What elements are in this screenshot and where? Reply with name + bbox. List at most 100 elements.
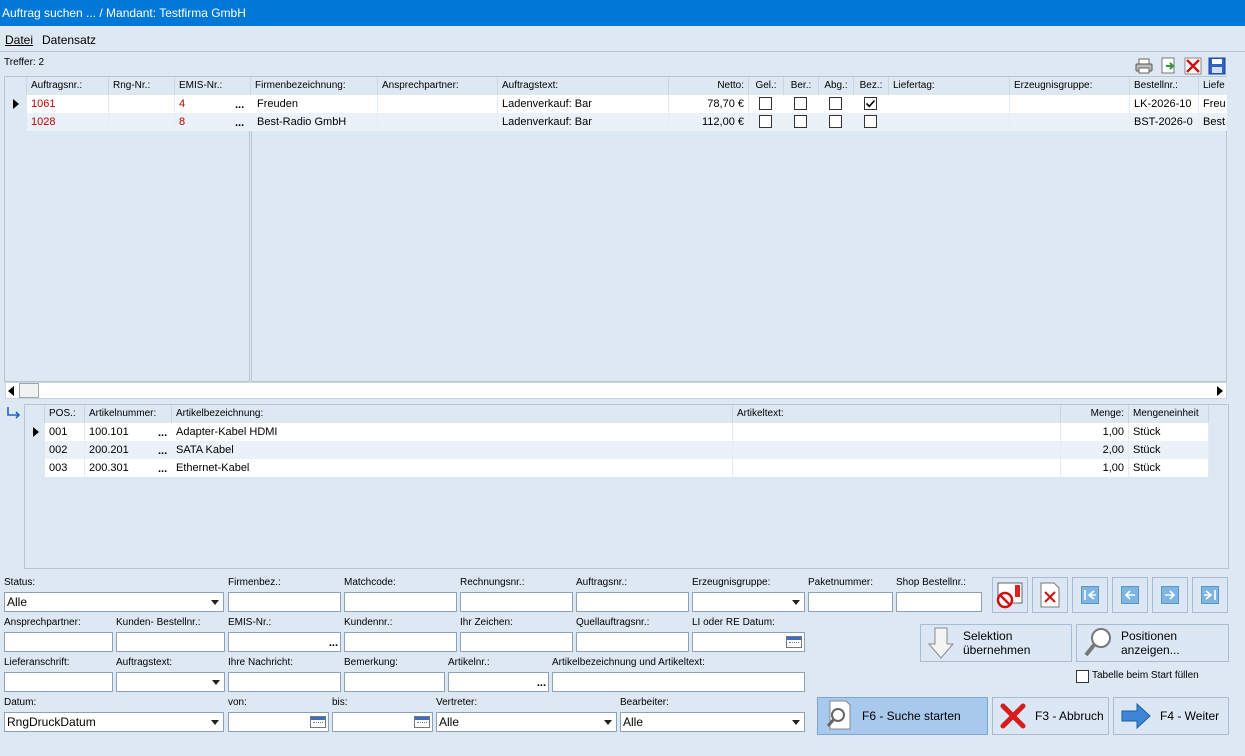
cell-einheit[interactable]: Stück xyxy=(1129,459,1209,477)
calendar-icon[interactable] xyxy=(414,716,430,728)
last-record-button[interactable] xyxy=(1192,577,1228,613)
col-firma[interactable]: Firmenbezeichnung: xyxy=(251,77,378,95)
bis-date-input[interactable] xyxy=(332,712,433,732)
cell-firma[interactable]: Freuden xyxy=(253,95,378,113)
cell-pos[interactable]: 003 xyxy=(45,459,85,477)
col-liefe[interactable]: Liefe xyxy=(1199,77,1227,95)
cell-auftragsnr[interactable]: 1028 xyxy=(27,113,109,131)
cell-liefe[interactable]: Best xyxy=(1199,113,1227,131)
matchcode-input[interactable] xyxy=(344,592,457,612)
cell-bestellnr[interactable]: LK-2026-10 xyxy=(1130,95,1199,113)
col-gel[interactable]: Gel.: xyxy=(749,77,784,95)
cell-ansprechpartner[interactable] xyxy=(378,113,498,131)
emisnr-lookup-button[interactable]: ... xyxy=(329,634,338,651)
col-abg[interactable]: Abg.: xyxy=(819,77,854,95)
cell-liefertag[interactable] xyxy=(889,95,1010,113)
paketnummer-input[interactable] xyxy=(808,592,893,612)
col-emisnr[interactable]: EMIS-Nr.: xyxy=(175,77,251,95)
checkbox-bez[interactable] xyxy=(864,115,877,128)
lieferanschrift-input[interactable] xyxy=(4,672,113,692)
scroll-left-icon[interactable] xyxy=(8,386,14,396)
tabelle-start-checkbox[interactable] xyxy=(1076,670,1089,683)
col-einheit[interactable]: Mengeneinheit xyxy=(1129,405,1209,423)
chevron-down-icon[interactable] xyxy=(788,593,804,611)
col-netto[interactable]: Netto: xyxy=(669,77,749,95)
emis-lookup-button[interactable]: ... xyxy=(235,116,244,130)
cell-rngnr[interactable] xyxy=(109,113,175,131)
first-record-button[interactable] xyxy=(1072,577,1108,613)
scroll-thumb[interactable] xyxy=(19,383,39,398)
cell-pos[interactable]: 001 xyxy=(45,423,85,441)
firmenbez-input[interactable] xyxy=(228,592,341,612)
col-pos[interactable]: POS.: xyxy=(45,405,85,423)
checkbox-bez[interactable] xyxy=(864,97,877,110)
chevron-down-icon[interactable] xyxy=(207,593,223,611)
col-ansprechpartner[interactable]: Ansprechpartner: xyxy=(378,77,498,95)
cell-erzeugnisgruppe[interactable] xyxy=(1010,95,1130,113)
chevron-down-icon[interactable] xyxy=(208,673,224,691)
col-liefertag[interactable]: Liefertag: xyxy=(889,77,1010,95)
weiter-button[interactable]: F4 - Weiter xyxy=(1113,697,1229,735)
auftragstext-select[interactable] xyxy=(116,672,225,692)
printer-icon[interactable] xyxy=(1134,56,1154,76)
cell-bezeichnung[interactable]: SATA Kabel xyxy=(172,441,733,459)
chevron-down-icon[interactable] xyxy=(788,713,804,731)
cell-auftragsnr[interactable]: 1061 xyxy=(27,95,109,113)
liredatum-input[interactable] xyxy=(692,632,805,652)
checkbox-ber[interactable] xyxy=(794,97,807,110)
col-bez[interactable]: Bez.: xyxy=(854,77,889,95)
save-icon[interactable] xyxy=(1207,56,1227,76)
cell-einheit[interactable]: Stück xyxy=(1129,441,1209,459)
menu-datei[interactable]: Datei xyxy=(5,33,33,47)
kundenbestellnr-input[interactable] xyxy=(116,632,225,652)
cell-artikeltext[interactable] xyxy=(733,459,1061,477)
cell-bezeichnung[interactable]: Ethernet-Kabel xyxy=(172,459,733,477)
vertreter-select[interactable]: Alle xyxy=(436,712,617,732)
cell-bezeichnung[interactable]: Adapter-Kabel HDMI xyxy=(172,423,733,441)
abbruch-button[interactable]: F3 - Abbruch xyxy=(992,697,1109,735)
col-bestellnr[interactable]: Bestellnr.: xyxy=(1130,77,1199,95)
col-bezeichnung[interactable]: Artikelbezeichnung: xyxy=(172,405,733,423)
col-artikeltext[interactable]: Artikeltext: xyxy=(733,405,1061,423)
erzeugnisgruppe-select[interactable] xyxy=(692,592,805,612)
bemerkung-input[interactable] xyxy=(344,672,445,692)
article-lookup-button[interactable]: ... xyxy=(158,444,167,458)
cell-erzeugnisgruppe[interactable] xyxy=(1010,113,1130,131)
cell-rngnr[interactable] xyxy=(109,95,175,113)
emisnr-input[interactable]: ... xyxy=(228,632,341,652)
checkbox-ber[interactable] xyxy=(794,115,807,128)
status-select[interactable]: Alle xyxy=(4,592,224,612)
cell-netto[interactable]: 112,00 € xyxy=(669,113,749,131)
cell-menge[interactable]: 1,00 xyxy=(1061,459,1129,477)
ansprechpartner-input[interactable] xyxy=(4,632,113,652)
kundennr-input[interactable] xyxy=(344,632,457,652)
checkbox-gel[interactable] xyxy=(759,97,772,110)
cell-netto[interactable]: 78,70 € xyxy=(669,95,749,113)
cell-einheit[interactable]: Stück xyxy=(1129,423,1209,441)
next-record-button[interactable] xyxy=(1152,577,1188,613)
col-ber[interactable]: Ber.: xyxy=(784,77,819,95)
cell-artikeltext[interactable] xyxy=(733,441,1061,459)
cell-liefertag[interactable] xyxy=(889,113,1010,131)
positionen-anzeigen-button[interactable]: Positionen anzeigen... xyxy=(1076,624,1229,662)
clear-filter-button[interactable] xyxy=(992,577,1028,613)
scroll-right-icon[interactable] xyxy=(1217,386,1223,396)
cell-artikelnummer[interactable]: 200.301 xyxy=(85,459,155,477)
cell-menge[interactable]: 2,00 xyxy=(1061,441,1129,459)
col-auftragsnr[interactable]: Auftragsnr.: xyxy=(27,77,109,95)
emis-lookup-button[interactable]: ... xyxy=(235,98,244,112)
cell-emisnr[interactable]: 4 xyxy=(175,95,231,113)
quellauftragsnr-input[interactable] xyxy=(576,632,689,652)
ihrenachricht-input[interactable] xyxy=(228,672,341,692)
cell-artikelnummer[interactable]: 200.201 xyxy=(85,441,155,459)
chevron-down-icon[interactable] xyxy=(207,713,223,731)
bearbeiter-select[interactable]: Alle xyxy=(620,712,805,732)
col-rngnr[interactable]: Rng-Nr.: xyxy=(109,77,175,95)
col-erzeugnisgruppe[interactable]: Erzeugnisgruppe: xyxy=(1010,77,1130,95)
cell-artikelnummer[interactable]: 100.101 xyxy=(85,423,155,441)
chevron-down-icon[interactable] xyxy=(600,713,616,731)
delete-icon[interactable] xyxy=(1183,56,1203,76)
artikelnr-lookup-button[interactable]: ... xyxy=(537,674,546,691)
selektion-uebernehmen-button[interactable]: Selektion übernehmen xyxy=(920,624,1072,662)
col-auftragstext[interactable]: Auftragstext: xyxy=(498,77,669,95)
